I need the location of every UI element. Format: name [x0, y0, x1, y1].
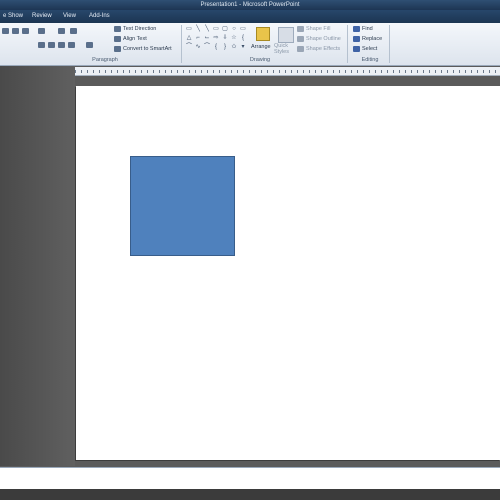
shape-outline-icon: [297, 36, 304, 42]
rectangle-shape-icon[interactable]: ▭: [239, 26, 247, 33]
align-text-icon: [114, 36, 121, 42]
numbering-icon[interactable]: [38, 28, 45, 34]
editing-group-label: Editing: [361, 57, 379, 63]
text-direction-icon: [114, 26, 121, 32]
group-divider: [181, 25, 182, 63]
slide-canvas[interactable]: [76, 86, 500, 460]
arrange-icon: [256, 27, 270, 41]
ruler-ticks: [75, 70, 500, 73]
ribbon: Text Direction Align Text Convert to Sma…: [0, 23, 500, 66]
group-divider: [347, 25, 348, 63]
replace-button[interactable]: Replace: [362, 35, 382, 43]
brace-shape-icon[interactable]: {: [239, 35, 247, 42]
curve-shape-icon[interactable]: ∿: [194, 44, 202, 51]
notes-pane[interactable]: [0, 467, 500, 490]
columns-icon[interactable]: [86, 42, 93, 48]
replace-icon: [353, 36, 360, 42]
connector-shape-icon[interactable]: ⌐: [194, 35, 202, 42]
binoculars-icon: [353, 26, 360, 32]
arrow-shape-icon[interactable]: ⇨: [212, 35, 220, 42]
find-button[interactable]: Find: [362, 25, 373, 33]
tab-review[interactable]: Review: [29, 11, 55, 22]
align-text-button[interactable]: Align Text: [123, 35, 147, 43]
window-title: Presentation1 - Microsoft PowerPoint: [200, 2, 300, 8]
align-center-icon[interactable]: [48, 42, 55, 48]
rectangle-shape-icon[interactable]: ▭: [212, 26, 220, 33]
curve-shape-icon[interactable]: ⌒: [185, 44, 193, 51]
quick-styles-button[interactable]: Quick Styles: [274, 43, 296, 55]
star-shape-icon[interactable]: ☆: [230, 35, 238, 42]
arrow-shape-icon[interactable]: ⇩: [221, 35, 229, 42]
quick-styles-icon: [278, 27, 294, 43]
horizontal-ruler[interactable]: [75, 67, 500, 76]
drawing-group-label: Drawing: [249, 57, 271, 63]
change-case-icon[interactable]: [12, 28, 19, 34]
group-divider: [389, 25, 390, 63]
shape-fill-icon: [297, 26, 304, 32]
select-cursor-icon: [353, 46, 360, 52]
align-right-icon[interactable]: [58, 42, 65, 48]
triangle-shape-icon[interactable]: △: [185, 35, 193, 42]
select-button[interactable]: Select: [362, 45, 377, 53]
title-bar: Presentation1 - Microsoft PowerPoint: [0, 0, 500, 10]
tab-add-ins[interactable]: Add-Ins: [86, 11, 113, 22]
smartart-icon: [114, 46, 121, 52]
convert-smartart-button[interactable]: Convert to SmartArt: [123, 45, 172, 53]
status-bar: [0, 489, 500, 500]
shape-effects-button[interactable]: Shape Effects: [306, 45, 340, 53]
line-shape-icon[interactable]: ╲: [203, 26, 211, 33]
brace-shape-icon[interactable]: {: [212, 44, 220, 51]
justify-icon[interactable]: [68, 42, 75, 48]
curve-shape-icon[interactable]: ⌒: [203, 44, 211, 51]
tab-view[interactable]: View: [60, 11, 79, 22]
align-left-icon[interactable]: [38, 42, 45, 48]
paragraph-group-label: Paragraph: [92, 57, 118, 63]
rounded-rectangle-shape-icon[interactable]: ▢: [221, 26, 229, 33]
line-shape-icon[interactable]: ╲: [194, 26, 202, 33]
shape-outline-button[interactable]: Shape Outline: [306, 35, 341, 43]
tab-slide-show[interactable]: e Show: [0, 11, 26, 22]
rectangle-shape[interactable]: [130, 156, 235, 256]
font-color-icon[interactable]: [2, 28, 9, 34]
brace-shape-icon[interactable]: }: [221, 44, 229, 51]
connector-shape-icon[interactable]: ⌙: [203, 35, 211, 42]
shape-effects-icon: [297, 46, 304, 52]
arrange-button[interactable]: Arrange: [251, 43, 271, 51]
rectangle-shape-icon[interactable]: ▭: [185, 26, 193, 33]
line-spacing-icon[interactable]: [70, 28, 77, 34]
more-shapes-icon[interactable]: ▾: [239, 44, 247, 51]
oval-shape-icon[interactable]: ○: [230, 26, 238, 33]
indent-icon[interactable]: [58, 28, 65, 34]
star-shape-icon[interactable]: ✩: [230, 44, 238, 51]
shape-fill-button[interactable]: Shape Fill: [306, 25, 330, 33]
bullets-icon[interactable]: [22, 28, 29, 34]
text-direction-button[interactable]: Text Direction: [123, 25, 156, 33]
slides-pane: [0, 66, 75, 466]
ribbon-tabs: e Show Review View Add-Ins: [0, 10, 500, 23]
